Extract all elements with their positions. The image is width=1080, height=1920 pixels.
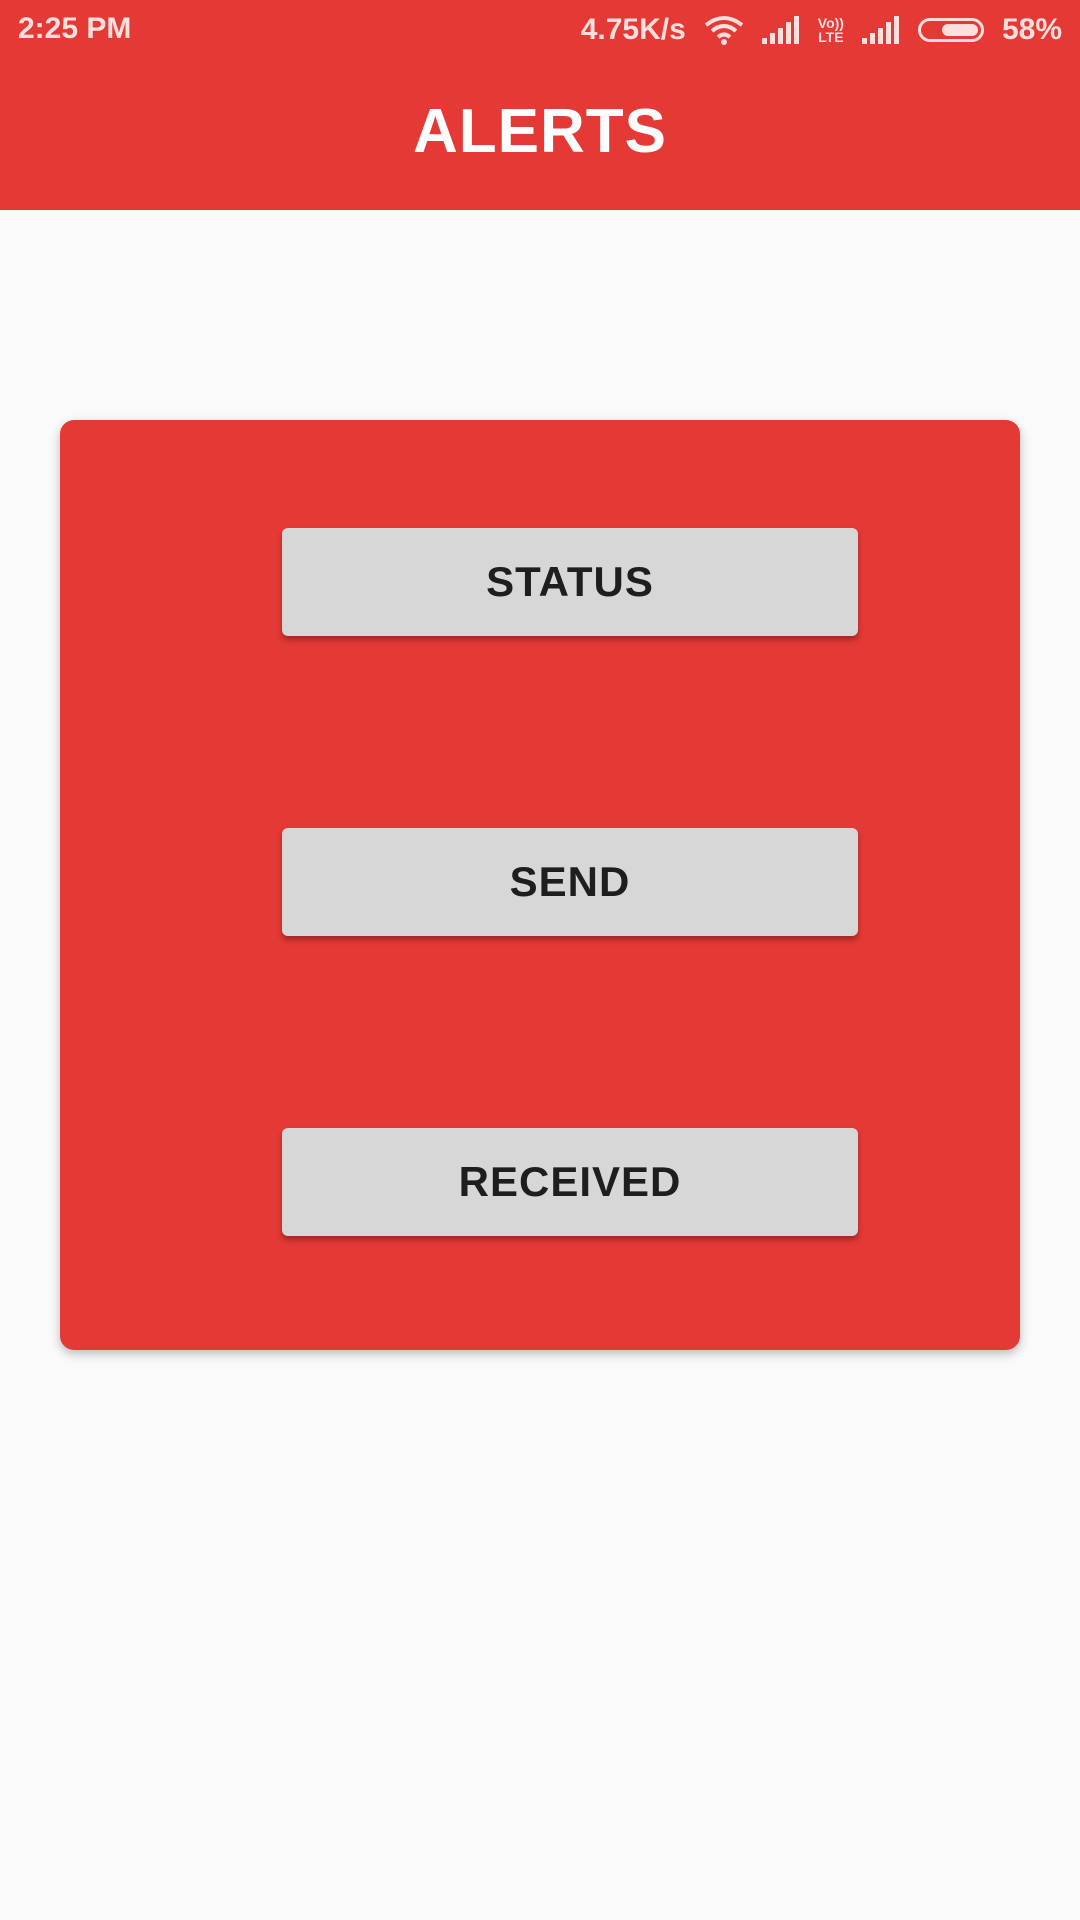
alerts-card: STATUS SEND RECEIVED	[60, 420, 1020, 1350]
battery-icon	[917, 18, 984, 42]
volte-icon: Vo)) LTE	[818, 16, 844, 44]
app-bar: 2:25 PM 4.75K/s Vo)) LTE 58% ALERTS	[0, 0, 1080, 210]
wifi-icon	[704, 15, 744, 45]
page-title: ALERTS	[413, 97, 667, 166]
signal-icon	[761, 16, 800, 44]
network-speed: 4.75K/s	[580, 13, 686, 46]
status-icons: 4.75K/s Vo)) LTE 58%	[581, 10, 1062, 50]
signal-icon	[861, 16, 900, 44]
battery-outline	[917, 18, 984, 42]
status-button[interactable]: STATUS	[282, 528, 858, 636]
status-bar: 2:25 PM 4.75K/s Vo)) LTE 58%	[0, 0, 1080, 60]
battery-fill	[941, 24, 978, 36]
status-time: 2:25 PM	[18, 12, 132, 45]
battery-percent: 58%	[1001, 13, 1062, 46]
lte-label: LTE	[818, 29, 844, 45]
send-button[interactable]: SEND	[282, 828, 858, 936]
received-button[interactable]: RECEIVED	[282, 1128, 858, 1236]
